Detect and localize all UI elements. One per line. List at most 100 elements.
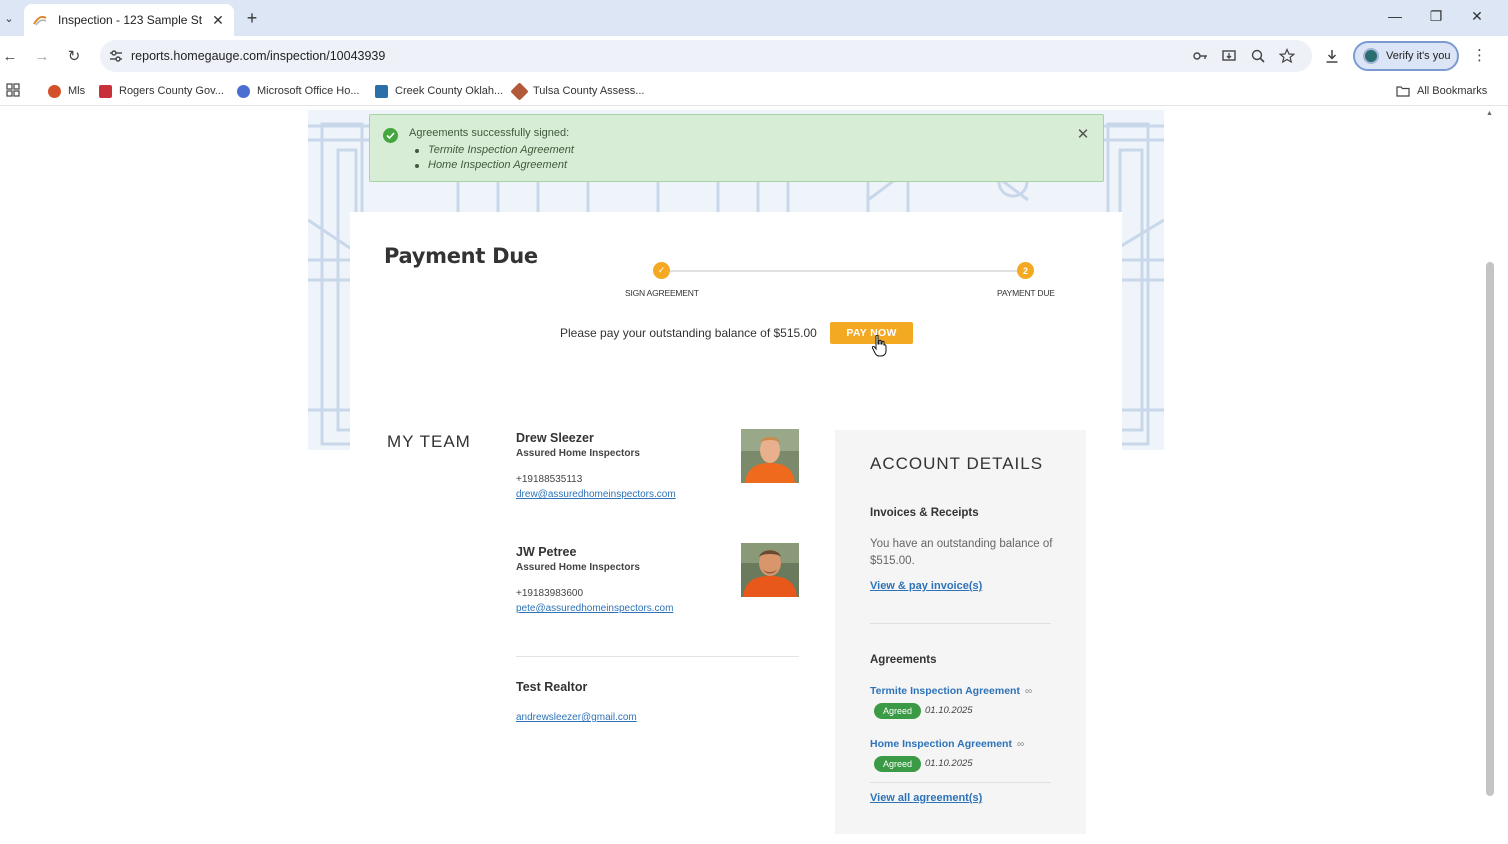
bookmark-label: Tulsa County Assess... [533,85,645,97]
reload-icon[interactable]: ↻ [64,46,84,66]
folder-icon [1396,85,1410,97]
step-number-badge: 2 [1017,262,1034,279]
microsoft-office-bookmark-icon [237,84,250,98]
bookmarks-bar: Mls Rogers County Gov... Microsoft Offic… [0,76,1508,106]
close-icon[interactable]: ✕ [1076,127,1090,143]
homegauge-favicon-icon [32,12,48,28]
alert-title: Agreements successfully signed: [409,127,570,139]
member-email-link[interactable]: drew@assuredhomeinspectors.com [516,489,676,500]
bookmark-label: Creek County Oklah... [395,85,504,97]
link-chain-icon: ∞ [1016,739,1025,750]
profile-verify-chip[interactable]: Verify it's you [1353,41,1459,71]
check-circle-icon [383,128,398,143]
bookmark-tulsa-county[interactable]: Tulsa County Assess... [510,81,645,101]
member-phone: +19188535113 [516,474,583,485]
tab-title: Inspection - 123 Sample St [58,13,203,27]
list-item: Termite Inspection Agreement [415,144,574,156]
password-key-icon[interactable] [1192,48,1208,64]
apps-grid-icon[interactable] [6,83,20,97]
invoices-heading: Invoices & Receipts [870,507,979,519]
minimize-icon[interactable]: — [1385,8,1405,24]
bookmark-rogers-county[interactable]: Rogers County Gov... [99,82,224,100]
status-badge: Agreed [874,703,921,719]
download-icon[interactable] [1323,47,1341,65]
scrollbar-thumb[interactable] [1486,262,1494,796]
agreement-name: Home Inspection Agreement [870,738,1012,750]
bookmark-mls[interactable]: Mls [48,82,85,100]
team-divider [516,656,799,657]
url-text: reports.homegauge.com/inspection/1004393… [131,49,386,63]
rogers-county-bookmark-icon [99,84,112,98]
termite-agreement-link[interactable]: Termite Inspection Agreement ∞ [870,685,1032,697]
bookmark-label: Microsoft Office Ho... [257,85,360,97]
realtor-name: Test Realtor [516,680,588,694]
balance-message: Please pay your outstanding balance of $… [560,326,817,340]
page-title: Payment Due [384,244,538,268]
restore-icon[interactable]: ❐ [1426,8,1446,25]
status-badge: Agreed [874,756,921,772]
browser-tab[interactable]: Inspection - 123 Sample St ✕ [24,4,234,36]
member-company: Assured Home Inspectors [516,448,640,459]
zoom-icon[interactable] [1250,48,1266,64]
bookmark-star-icon[interactable] [1279,48,1295,64]
browser-toolbar: ← → ↻ reports.homegauge.com/inspection/1… [0,36,1508,76]
forward-arrow-icon[interactable]: → [32,46,52,66]
tab-close-icon[interactable]: ✕ [210,12,226,29]
step-complete-check-icon: ✓ [653,262,670,279]
new-tab-plus-icon[interactable]: + [243,8,261,29]
bookmark-label: Rogers County Gov... [119,85,224,97]
home-agreement-link[interactable]: Home Inspection Agreement ∞ [870,738,1024,750]
progress-track [661,270,1026,272]
invoices-balance-text: You have an outstanding balance of $515.… [870,538,1053,567]
member-phone: +19183983600 [516,588,584,599]
scroll-up-arrow-icon[interactable]: ▲ [1486,110,1493,117]
verify-label: Verify it's you [1386,50,1451,62]
account-details-heading: ACCOUNT DETAILS [870,454,1044,473]
member-email-link[interactable]: pete@assuredhomeinspectors.com [516,603,673,614]
all-bookmarks-label: All Bookmarks [1417,85,1488,97]
all-bookmarks-button[interactable]: All Bookmarks [1396,82,1487,100]
account-details-panel [835,430,1086,834]
back-arrow-icon[interactable]: ← [0,46,20,66]
tab-search-chevron-icon[interactable]: ⌄ [0,6,18,30]
bookmark-creek-county[interactable]: Creek County Oklah... [375,82,503,100]
member-name: JW Petree [516,545,577,559]
mls-bookmark-icon [48,84,61,98]
realtor-email-link[interactable]: andrewsleezer@gmail.com [516,712,637,723]
install-app-icon[interactable] [1221,48,1237,64]
account-divider [870,782,1051,783]
avatar [741,429,799,483]
agreements-heading: Agreements [870,654,937,666]
agreement-date: 01.10.2025 [925,758,973,769]
view-all-agreements-link[interactable]: View all agreement(s) [870,792,982,804]
member-name: Drew Sleezer [516,431,594,445]
list-item: Home Inspection Agreement [415,158,574,173]
address-bar[interactable]: reports.homegauge.com/inspection/1004393… [100,40,1312,72]
view-pay-invoices-link[interactable]: View & pay invoice(s) [870,580,982,592]
my-team-heading: MY TEAM [387,432,471,451]
tulsa-county-bookmark-icon [510,81,529,101]
creek-county-bookmark-icon [375,84,388,98]
agreement-date: 01.10.2025 [925,705,973,716]
step-label-payment-due: PAYMENT DUE [997,288,1055,298]
step-label-sign-agreement: SIGN AGREEMENT [625,288,699,298]
profile-avatar [1363,48,1379,64]
browser-menu-icon[interactable]: ⋮ [1472,47,1487,65]
bookmark-label: Mls [68,85,86,97]
tab-strip: ⌄ Inspection - 123 Sample St ✕ + — ❐ ✕ [0,0,1508,36]
account-divider [870,623,1051,624]
bookmark-microsoft-office[interactable]: Microsoft Office Ho... [237,82,360,100]
team-member-card: JW Petree Assured Home Inspectors +19183… [516,545,673,614]
avatar [741,543,799,597]
link-chain-icon: ∞ [1024,686,1033,697]
hand-cursor-icon [871,335,887,357]
site-settings-icon[interactable] [108,48,124,64]
agreement-name: Termite Inspection Agreement [870,685,1020,697]
realtor-card: Test Realtor andrewsleezer@gmail.com [516,680,637,723]
window-close-icon[interactable]: ✕ [1467,8,1487,25]
success-alert: Agreements successfully signed: Termite … [369,114,1104,182]
page-viewport: Agreements successfully signed: Termite … [0,106,1508,844]
signed-agreements-list: Termite Inspection Agreement Home Inspec… [415,143,574,173]
member-company: Assured Home Inspectors [516,562,640,573]
team-member-card: Drew Sleezer Assured Home Inspectors +19… [516,431,676,500]
